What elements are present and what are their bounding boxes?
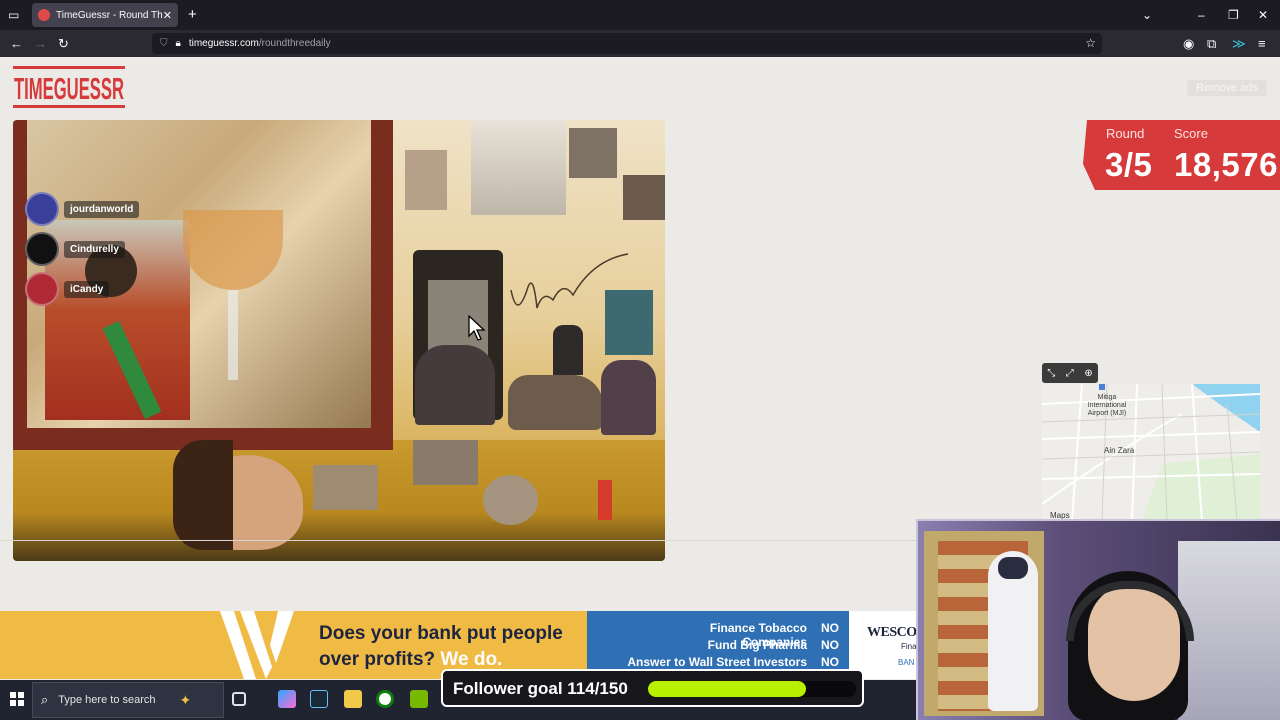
forward-arrow-icon[interactable]: → — [34, 30, 47, 57]
ad-row: Fund Big Pharma NO — [647, 638, 839, 652]
player-avatar — [25, 232, 59, 266]
remove-ads-button[interactable]: Remove ads — [1187, 80, 1267, 96]
ad-brand-sub2: BAN — [898, 658, 915, 667]
timeguessr-logo[interactable]: TIMEGUESSR — [13, 66, 125, 108]
signature-graphic — [510, 253, 629, 309]
follower-goal-fill — [648, 681, 807, 697]
ad-headline-line1: Does your bank put people — [319, 623, 563, 644]
url-host: timeguessr.com — [188, 38, 259, 49]
search-icon: ⌕ — [41, 692, 49, 707]
player-name: iCandy — [64, 280, 110, 298]
extensions-icon[interactable]: ⧉ — [1207, 30, 1216, 57]
map-toolbar: ⤡ ⤢ ⊕ — [1042, 363, 1098, 383]
map-label-district: Ain Zara — [1104, 446, 1135, 455]
player-row-1: jourdanworld — [25, 192, 140, 226]
reload-icon[interactable]: ↻ — [58, 30, 69, 57]
round-label: Round — [1106, 126, 1145, 141]
browser-tab-active[interactable]: TimeGuessr - Round Three ✕ — [32, 3, 178, 27]
windows-start-icon[interactable] — [10, 692, 24, 706]
back-arrow-icon[interactable]: ← — [10, 30, 23, 57]
taskbar-search-placeholder: Type here to search — [58, 694, 156, 706]
steam-icon[interactable] — [310, 690, 328, 708]
file-explorer-icon[interactable] — [344, 690, 362, 708]
browser-nav-bar: ← → ↻ ⛉ 🔒︎ timeguessr.com /roundthreedai… — [0, 30, 1280, 57]
menu-hamburger-icon[interactable]: ≡ — [1258, 30, 1266, 57]
close-tab-icon[interactable]: ✕ — [163, 9, 172, 22]
player-avatar — [25, 192, 59, 226]
search-highlight-icon: ✦ — [179, 691, 192, 708]
url-path: /roundthreedaily — [258, 38, 331, 49]
map-shrink-icon[interactable]: ⤡ — [1047, 368, 1055, 379]
taskbar-search-box[interactable]: ⌕ Type here to search ✦ — [32, 682, 224, 718]
round-value: 3/5 — [1105, 146, 1153, 183]
favicon-icon — [38, 9, 50, 21]
player-row-3: iCandy — [25, 272, 110, 306]
task-view-icon[interactable] — [232, 692, 246, 706]
address-bar[interactable]: ⛉ 🔒︎ timeguessr.com /roundthreedaily ☆ — [152, 33, 1102, 54]
follower-goal-track — [648, 681, 856, 697]
round-score-panel: Round Score 3/5 18,576 — [1083, 120, 1280, 190]
extension-icon[interactable]: ≫ — [1232, 30, 1246, 57]
score-value: 18,576 — [1174, 146, 1278, 183]
map-expand-icon[interactable]: ⤢ — [1066, 368, 1074, 379]
player-name: jourdanworld — [64, 200, 140, 218]
account-icon[interactable]: ◉ — [1183, 30, 1194, 57]
score-label: Score — [1174, 126, 1208, 141]
follower-goal-widget: Follower goal 114/150 — [441, 669, 864, 707]
player-name: Cindurelly — [64, 240, 125, 258]
logo-text: TIMEGUESSR — [14, 71, 124, 106]
ad-brand-name: WESCO — [867, 625, 917, 640]
content-divider — [0, 540, 920, 541]
ad-row-question: Fund Big Pharma — [707, 638, 807, 652]
streamer-webcam — [916, 519, 1280, 720]
minimize-window-icon[interactable]: – — [1198, 0, 1205, 30]
bookmark-star-icon[interactable]: ☆ — [1085, 33, 1096, 54]
restore-window-icon[interactable]: ❐ — [1228, 0, 1239, 30]
follower-goal-text: Follower goal 114/150 — [453, 679, 628, 698]
ad-headline-question: over profits? — [319, 649, 436, 670]
round-photo: jourdanworld Cindurelly iCandy — [13, 120, 665, 561]
ad-row-answer: NO — [821, 655, 839, 669]
guess-map[interactable]: Mitiga International Airport (MJI) Ain Z… — [1042, 384, 1260, 520]
player-row-2: Cindurelly — [25, 232, 125, 266]
ad-brand-sub: Fina — [901, 642, 917, 651]
copilot-icon[interactable] — [278, 690, 296, 708]
ad-headline-answer: We do. — [440, 649, 503, 670]
xbox-icon[interactable] — [376, 690, 394, 708]
lock-icon[interactable]: 🔒︎ — [176, 38, 181, 49]
ad-row-question: Answer to Wall Street Investors — [627, 655, 807, 669]
tab-list-icon[interactable]: ▭ — [8, 0, 19, 30]
new-tab-icon[interactable]: + — [188, 0, 197, 30]
map-label-airport: Mitiga International Airport (MJI) — [1087, 394, 1127, 417]
close-window-icon[interactable]: ✕ — [1258, 0, 1268, 30]
ad-headline: Does your bank put people over profits? … — [319, 621, 563, 673]
map-roads — [1042, 384, 1260, 520]
nvidia-icon[interactable] — [410, 690, 428, 708]
player-avatar — [25, 272, 59, 306]
ad-row-answer: NO — [821, 638, 839, 652]
browser-tab-bar: ▭ TimeGuessr - Round Three ✕ + ⌄ – ❐ ✕ — [0, 0, 1280, 30]
map-pin-icon[interactable]: ⊕ — [1084, 368, 1092, 379]
tab-title: TimeGuessr - Round Three — [56, 9, 163, 21]
shield-icon[interactable]: ⛉ — [160, 38, 168, 49]
ad-brand-chevrons-icon — [220, 611, 294, 679]
ad-row: Answer to Wall Street Investors NO — [617, 655, 839, 669]
tab-overflow-chevron-icon[interactable]: ⌄ — [1142, 0, 1152, 30]
mouse-cursor-icon — [468, 315, 486, 341]
